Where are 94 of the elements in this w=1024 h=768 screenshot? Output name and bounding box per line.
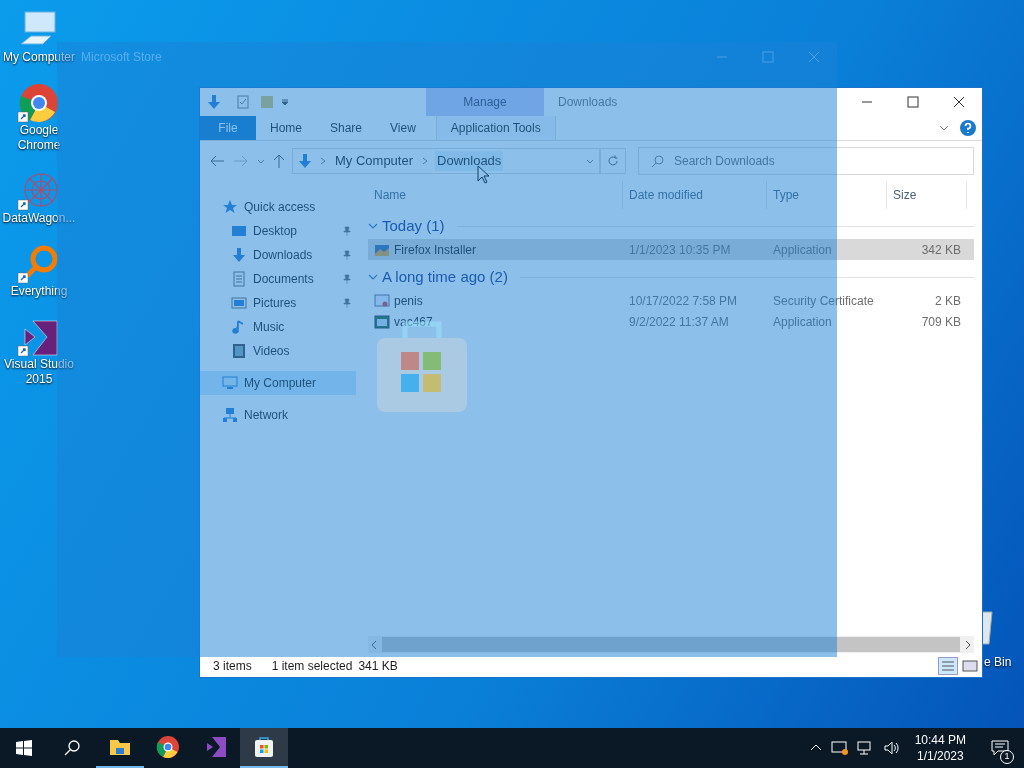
pin-icon[interactable]: [342, 250, 352, 260]
file-name: penis: [394, 292, 423, 310]
column-header[interactable]: Date modified: [623, 181, 767, 209]
app-icon: [17, 317, 61, 357]
nav-item[interactable]: Pictures: [200, 291, 356, 315]
caret-icon[interactable]: [280, 97, 290, 107]
forward-arrow-icon[interactable]: [232, 153, 250, 169]
search-icon: [64, 740, 80, 756]
chevron-icon[interactable]: [319, 157, 327, 165]
pin-icon[interactable]: [342, 274, 352, 284]
ribbon-tab[interactable]: File: [200, 116, 256, 140]
status-text: 1 item selected: [271, 658, 353, 675]
document-icon: [231, 271, 247, 287]
taskbar-app-button[interactable]: [240, 728, 288, 768]
group-header[interactable]: Today (1): [368, 213, 974, 239]
desktop-icon-label[interactable]: Everything: [1, 284, 77, 299]
column-header[interactable]: Type: [767, 181, 887, 209]
pin-icon[interactable]: [342, 298, 352, 308]
table-cell-text: 709 KB: [920, 313, 962, 331]
nav-item[interactable]: Quick access: [200, 195, 356, 219]
window-title: Microsoft Store: [81, 49, 162, 66]
file-name: vac467: [394, 313, 433, 331]
horizontal-scrollbar[interactable]: [368, 636, 974, 653]
ribbon-tab[interactable]: View: [376, 116, 430, 140]
network-icon: [222, 407, 238, 423]
download-icon: [297, 153, 313, 169]
picture-icon: [231, 295, 247, 311]
address-bar[interactable]: My Computer Downloads: [292, 148, 600, 174]
desktop-icon-label[interactable]: DataWagon...: [1, 211, 77, 226]
download-icon: [231, 247, 247, 263]
windows-logo-icon: [16, 740, 32, 756]
tray-app-icon[interactable]: [830, 740, 849, 756]
up-arrow-icon[interactable]: [272, 153, 286, 169]
file-name: Firefox Installer: [394, 241, 477, 259]
refresh-button[interactable]: [600, 148, 626, 174]
nav-item[interactable]: Videos: [200, 339, 356, 363]
refresh-icon[interactable]: [607, 155, 619, 167]
ribbon-tab[interactable]: Home: [256, 116, 316, 140]
table-cell-text: 10/17/2022 7:58 PM: [628, 292, 739, 310]
nav-item[interactable]: Network: [200, 403, 356, 427]
search-icon: [651, 154, 664, 168]
chevron-icon[interactable]: [368, 272, 378, 282]
desktop-icon-label[interactable]: My Computer: [1, 50, 77, 65]
application-icon: [374, 313, 390, 330]
certificate-icon: [374, 292, 390, 309]
nav-item[interactable]: Documents: [200, 267, 356, 291]
breadcrumb[interactable]: My Computer: [333, 151, 416, 171]
desktop-icon-label[interactable]: Google Chrome: [1, 123, 77, 153]
app-icon: [17, 83, 61, 123]
status-text: 341 KB: [358, 658, 398, 675]
nav-item[interactable]: Music: [200, 315, 356, 339]
store-bag-icon: [252, 735, 276, 759]
clock[interactable]: 10:44 PM 1/1/2023: [908, 732, 972, 764]
chevron-icon[interactable]: [368, 221, 378, 231]
desktop-icon-label[interactable]: Visual Studio 2015: [1, 357, 77, 387]
group-header[interactable]: A long time ago (2): [368, 264, 974, 290]
search-input[interactable]: Search Downloads: [674, 148, 973, 174]
help-icon[interactable]: [960, 120, 976, 136]
nav-item[interactable]: Downloads: [200, 243, 356, 267]
search-field[interactable]: Search Downloads: [638, 147, 974, 175]
notification-badge: 1: [1000, 750, 1014, 764]
app-icon: [17, 171, 61, 211]
breadcrumb[interactable]: Downloads: [435, 151, 504, 171]
volume-icon[interactable]: [882, 740, 901, 756]
pin-icon[interactable]: [342, 226, 352, 236]
computer-icon: [222, 375, 238, 391]
cursor-icon: [477, 165, 489, 184]
table-cell-text: Application: [772, 313, 833, 331]
properties-icon[interactable]: [236, 95, 250, 109]
ribbon-tab[interactable]: Share: [316, 116, 377, 140]
table-cell-text: 342 KB: [920, 241, 962, 259]
status-text: 3 items: [213, 658, 252, 675]
star-icon: [222, 199, 238, 215]
file-row[interactable]: vac467 9/2/2022 11:37 AM Application 709 KB: [368, 311, 974, 332]
column-header[interactable]: Size: [887, 181, 967, 209]
desktop-icon: [231, 223, 247, 239]
nav-item[interactable]: My Computer: [200, 371, 356, 395]
time-text: 10:44 PM: [914, 732, 966, 748]
date-text: 1/1/2023: [916, 748, 964, 764]
details-view-icon[interactable]: [938, 657, 958, 675]
vs-icon: [204, 735, 228, 759]
back-arrow-icon[interactable]: [208, 153, 226, 169]
film-icon: [231, 343, 247, 359]
table-cell-text: 2 KB: [934, 292, 962, 310]
table-cell-text: 9/2/2022 11:37 AM: [628, 313, 730, 331]
desktop-icon-label[interactable]: e Bin: [984, 653, 1012, 671]
context-tab-header: Manage: [426, 88, 544, 116]
window-title: Downloads: [558, 94, 618, 111]
ribbon-tab[interactable]: Application Tools: [435, 116, 556, 140]
download-icon[interactable]: [206, 94, 222, 110]
chrome-icon: [156, 735, 180, 759]
thumbnail-view-icon[interactable]: [960, 657, 980, 675]
nav-item[interactable]: Desktop: [200, 219, 356, 243]
chevron-icon[interactable]: [421, 157, 430, 165]
